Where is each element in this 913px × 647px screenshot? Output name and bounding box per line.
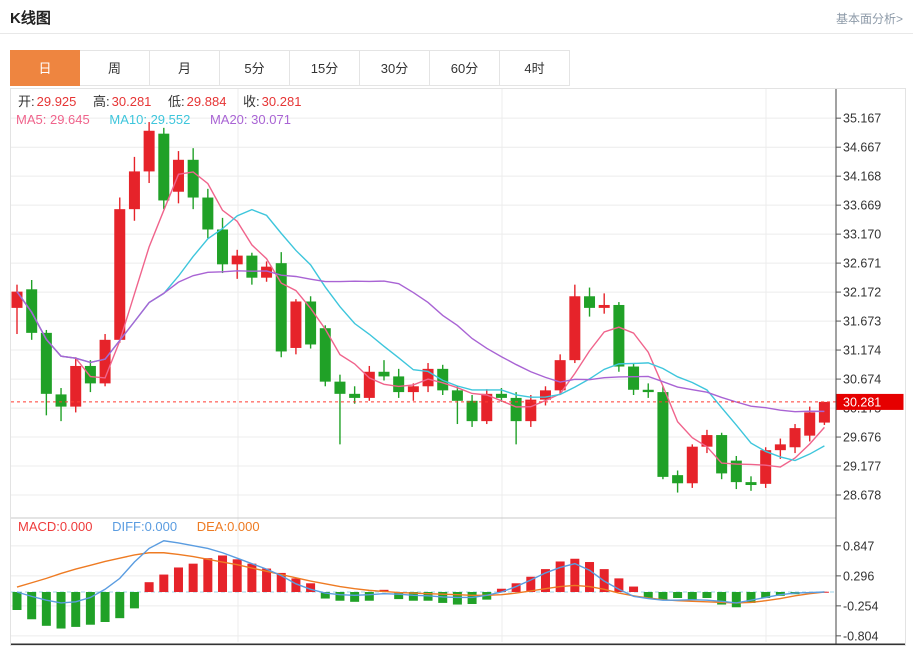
- low-label: 低:: [168, 94, 185, 109]
- ohlc-low: 低:29.884: [168, 94, 226, 109]
- ma-legend: MA5: 29.645 MA10: 29.552 MA20: 30.071: [16, 112, 307, 127]
- svg-text:29.676: 29.676: [843, 431, 881, 445]
- diff-value: 0.000: [145, 519, 178, 534]
- svg-text:32.671: 32.671: [843, 257, 881, 271]
- period-tabs: 日 周 月 5分 15分 30分 60分 4时: [10, 50, 570, 86]
- ma5-line: [17, 172, 824, 467]
- dea-value: 0.000: [227, 519, 260, 534]
- svg-text:-0.254: -0.254: [843, 599, 878, 613]
- ohlc-legend: 开:29.925 高:30.281 低:29.884 收:30.281: [18, 91, 314, 110]
- svg-text:33.170: 33.170: [843, 228, 881, 242]
- svg-text:31.174: 31.174: [843, 344, 881, 358]
- tab-day[interactable]: 日: [10, 50, 80, 86]
- svg-text:35.167: 35.167: [843, 112, 881, 126]
- close-label: 收:: [243, 94, 260, 109]
- svg-text:30.281: 30.281: [843, 395, 881, 409]
- dea-label: DEA:: [197, 519, 227, 534]
- high-value: 30.281: [112, 94, 152, 109]
- open-value: 29.925: [37, 94, 77, 109]
- ma-lines: [17, 172, 824, 467]
- tab-15min[interactable]: 15分: [290, 50, 360, 86]
- tab-week[interactable]: 周: [80, 50, 150, 86]
- ohlc-open: 开:29.925: [18, 94, 76, 109]
- chart-container: 35.167 34.667 34.168 33.669 33.170 32.671 32.1…: [10, 88, 906, 646]
- tab-60min[interactable]: 60分: [430, 50, 500, 86]
- ma-item-0: MA5: 29.645: [16, 112, 90, 127]
- svg-text:33.669: 33.669: [843, 199, 881, 213]
- ma5-value: 29.645: [50, 112, 90, 127]
- ma-item-2: MA20: 30.071: [210, 112, 291, 127]
- high-label: 高:: [93, 94, 110, 109]
- macd-label: MACD:: [18, 519, 60, 534]
- svg-text:31.673: 31.673: [843, 315, 881, 329]
- diff-label: DIFF:: [112, 519, 145, 534]
- tab-5min[interactable]: 5分: [220, 50, 290, 86]
- ma-item-1: MA10: 29.552: [109, 112, 190, 127]
- close-value: 30.281: [262, 94, 302, 109]
- svg-text:28.678: 28.678: [843, 489, 881, 503]
- open-label: 开:: [18, 94, 35, 109]
- ma10-label: MA10:: [109, 112, 147, 127]
- svg-text:29.177: 29.177: [843, 460, 881, 474]
- ma20-value: 30.071: [251, 112, 291, 127]
- macd-item-1: DIFF:0.000: [112, 519, 177, 534]
- kline-chart-canvas[interactable]: 35.167 34.667 34.168 33.669 33.170 32.671 32.1…: [11, 89, 905, 645]
- ma10-line: [17, 210, 824, 461]
- svg-text:34.168: 34.168: [843, 170, 881, 184]
- svg-text:32.172: 32.172: [843, 286, 881, 300]
- macd-value: 0.000: [60, 519, 93, 534]
- svg-text:0.296: 0.296: [843, 569, 874, 583]
- ma10-value: 29.552: [151, 112, 191, 127]
- header-divider: [0, 33, 913, 34]
- tab-30min[interactable]: 30分: [360, 50, 430, 86]
- svg-text:-0.804: -0.804: [843, 629, 878, 643]
- svg-text:34.667: 34.667: [843, 141, 881, 155]
- macd-legend: MACD:0.000 DIFF:0.000 DEA:0.000: [18, 519, 276, 534]
- kline-widget: K线图 基本面分析> 日 周 月 5分 15分 30分 60分 4时 开:29.…: [0, 0, 913, 647]
- page-title: K线图: [10, 7, 51, 28]
- ma5-label: MA5:: [16, 112, 46, 127]
- ma20-label: MA20:: [210, 112, 248, 127]
- tab-4hour[interactable]: 4时: [500, 50, 570, 86]
- low-value: 29.884: [187, 94, 227, 109]
- tab-month[interactable]: 月: [150, 50, 220, 86]
- macd-item-2: DEA:0.000: [197, 519, 260, 534]
- ohlc-high: 高:30.281: [93, 94, 151, 109]
- current-price-badge: 30.281: [837, 394, 904, 410]
- y-axis-labels: 35.167 34.667 34.168 33.669 33.170 32.671 32.1…: [836, 112, 881, 644]
- svg-text:30.674: 30.674: [843, 373, 881, 387]
- ohlc-close: 收:30.281: [243, 94, 301, 109]
- fundamental-analysis-link[interactable]: 基本面分析>: [836, 10, 903, 27]
- macd-item-0: MACD:0.000: [18, 519, 92, 534]
- svg-text:0.847: 0.847: [843, 539, 874, 553]
